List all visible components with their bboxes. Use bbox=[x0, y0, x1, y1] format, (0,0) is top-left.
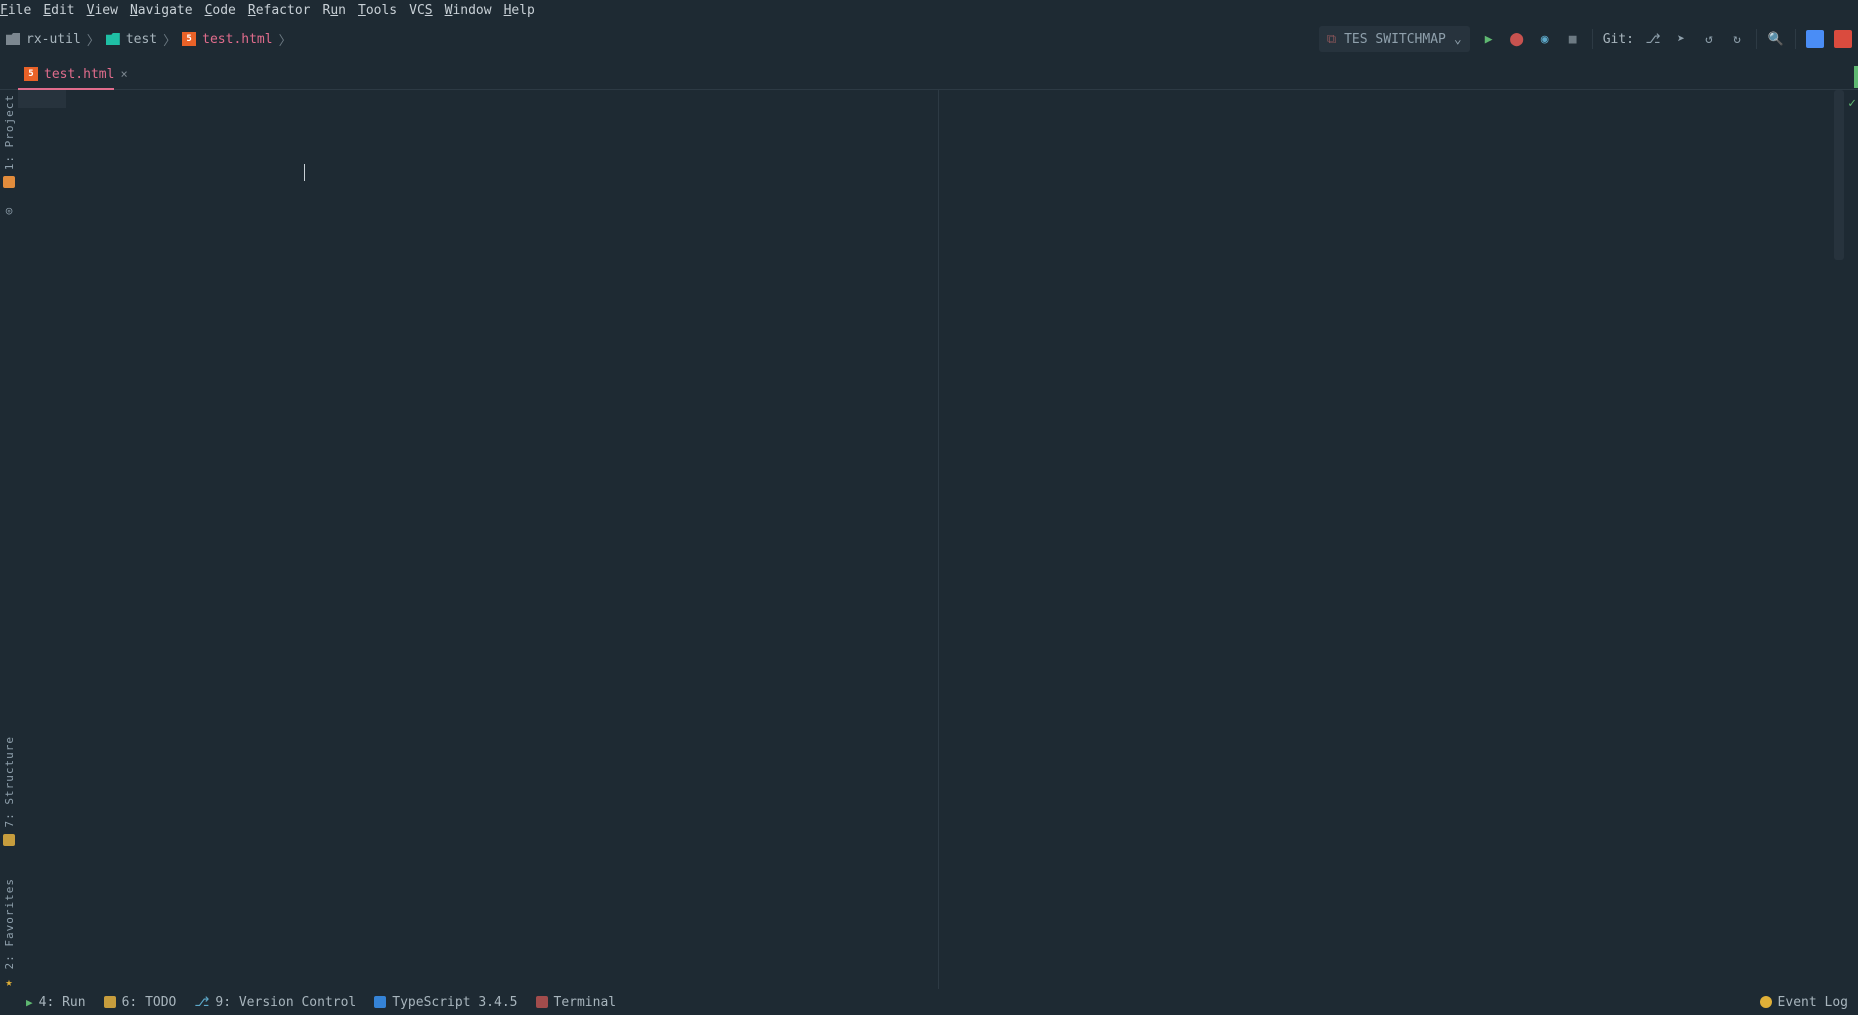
menu-help[interactable]: Help bbox=[504, 3, 535, 18]
tool-ts-label: TypeScript 3.4.5 bbox=[392, 995, 517, 1010]
status-right: Event Log bbox=[1760, 995, 1848, 1010]
target-icon[interactable]: ◎ bbox=[6, 204, 13, 217]
editor-right-margin bbox=[938, 90, 939, 989]
html5-icon: 5 bbox=[24, 67, 38, 81]
tool-terminal[interactable]: Terminal bbox=[536, 995, 617, 1010]
separator bbox=[1592, 29, 1593, 49]
debug-button[interactable]: ⬤ bbox=[1508, 32, 1526, 47]
breadcrumb: rx-util 〉 test 〉 5 test.html 〉 bbox=[6, 30, 292, 49]
inspection-marker bbox=[1854, 66, 1858, 88]
run-config-selector[interactable]: ⧉ TES SWITCHMAP ⌄ bbox=[1319, 26, 1470, 52]
terminal-icon bbox=[536, 996, 548, 1008]
run-config-icon: ⧉ bbox=[1327, 32, 1336, 47]
status-left: ▶ 4: Run 6: TODO ⎇ 9: Version Control Ty… bbox=[26, 995, 616, 1010]
tool-terminal-label: Terminal bbox=[554, 995, 617, 1010]
tool-run-label: 4: Run bbox=[39, 995, 86, 1010]
analysis-ok-icon[interactable]: ✓ bbox=[1848, 96, 1856, 111]
toolbar: rx-util 〉 test 〉 5 test.html 〉 ⧉ TES SWI… bbox=[0, 20, 1858, 58]
main-area: 1: Project ◎ 7: Structure 2: Favorites ★… bbox=[0, 90, 1858, 989]
menu-navigate[interactable]: Navigate bbox=[130, 3, 193, 18]
folder-icon bbox=[106, 33, 120, 45]
text-caret bbox=[304, 164, 305, 181]
editor-gutter bbox=[18, 90, 66, 989]
chevron-right-icon: 〉 bbox=[87, 30, 100, 49]
stop-button[interactable]: ■ bbox=[1564, 32, 1582, 47]
git-branch-button[interactable]: ⎇ bbox=[1644, 32, 1662, 47]
tool-vc-label: 9: Version Control bbox=[215, 995, 356, 1010]
tool-run[interactable]: ▶ 4: Run bbox=[26, 995, 86, 1010]
tab-test-html[interactable]: 5 test.html × bbox=[18, 59, 136, 89]
inspection-stripe: ✓ bbox=[1844, 90, 1858, 989]
menu-run[interactable]: Run bbox=[323, 3, 346, 18]
menu-window[interactable]: Window bbox=[445, 3, 492, 18]
close-icon[interactable]: × bbox=[120, 67, 127, 81]
html5-icon: 5 bbox=[182, 32, 196, 46]
tool-version-control[interactable]: ⎇ 9: Version Control bbox=[194, 995, 356, 1010]
tool-window-bar-left: 1: Project ◎ 7: Structure 2: Favorites ★ bbox=[0, 90, 18, 989]
git-update-button[interactable]: ↺ bbox=[1700, 32, 1718, 47]
breadcrumb-folder[interactable]: test bbox=[126, 32, 157, 47]
chevron-right-icon: 〉 bbox=[163, 30, 176, 49]
structure-icon bbox=[3, 834, 15, 846]
menu-file[interactable]: File bbox=[0, 3, 31, 18]
tab-label: test.html bbox=[44, 67, 114, 82]
separator bbox=[1795, 29, 1796, 49]
git-commit-button[interactable]: ➤ bbox=[1672, 32, 1690, 47]
tool-favorites[interactable]: 2: Favorites bbox=[3, 878, 16, 969]
breadcrumb-file[interactable]: test.html bbox=[202, 32, 272, 47]
menu-bar: File Edit View Navigate Code Refactor Ru… bbox=[0, 0, 1858, 20]
tool-typescript[interactable]: TypeScript 3.4.5 bbox=[374, 995, 517, 1010]
separator bbox=[1756, 29, 1757, 49]
coverage-button[interactable]: ◉ bbox=[1536, 32, 1554, 47]
editor-tabs: 5 test.html × bbox=[0, 58, 1858, 90]
menu-view[interactable]: View bbox=[87, 3, 118, 18]
tool-project[interactable]: 1: Project bbox=[3, 94, 16, 170]
play-icon: ▶ bbox=[26, 996, 33, 1009]
project-icon bbox=[3, 176, 15, 188]
scrollbar[interactable] bbox=[1834, 90, 1844, 260]
editor-canvas[interactable] bbox=[66, 90, 1858, 989]
google-translate-icon[interactable] bbox=[1806, 30, 1824, 48]
event-log-icon bbox=[1760, 996, 1772, 1008]
google-plus-icon[interactable] bbox=[1834, 30, 1852, 48]
menu-refactor[interactable]: Refactor bbox=[248, 3, 311, 18]
tool-todo[interactable]: 6: TODO bbox=[104, 995, 177, 1010]
run-config-label: TES SWITCHMAP bbox=[1344, 32, 1446, 47]
editor[interactable]: ✓ bbox=[18, 90, 1858, 989]
menu-code[interactable]: Code bbox=[205, 3, 236, 18]
event-log[interactable]: Event Log bbox=[1778, 995, 1848, 1010]
menu-edit[interactable]: Edit bbox=[43, 3, 74, 18]
typescript-icon bbox=[374, 996, 386, 1008]
git-label: Git: bbox=[1603, 32, 1634, 47]
tool-todo-label: 6: TODO bbox=[122, 995, 177, 1010]
status-bar: ▶ 4: Run 6: TODO ⎇ 9: Version Control Ty… bbox=[0, 989, 1858, 1015]
branch-icon: ⎇ bbox=[194, 995, 209, 1010]
todo-icon bbox=[104, 996, 116, 1008]
star-icon: ★ bbox=[5, 975, 12, 989]
run-button[interactable]: ▶ bbox=[1480, 32, 1498, 47]
tool-structure[interactable]: 7: Structure bbox=[3, 736, 16, 827]
chevron-down-icon: ⌄ bbox=[1454, 32, 1462, 47]
chevron-right-icon: 〉 bbox=[279, 30, 292, 49]
folder-icon bbox=[6, 33, 20, 45]
search-button[interactable]: 🔍 bbox=[1767, 32, 1785, 47]
menu-vcs[interactable]: VCS bbox=[409, 3, 432, 18]
menu-tools[interactable]: Tools bbox=[358, 3, 397, 18]
breadcrumb-root[interactable]: rx-util bbox=[26, 32, 81, 47]
toolbar-right: ⧉ TES SWITCHMAP ⌄ ▶ ⬤ ◉ ■ Git: ⎇ ➤ ↺ ↻ 🔍 bbox=[1319, 26, 1852, 52]
git-history-button[interactable]: ↻ bbox=[1728, 32, 1746, 47]
